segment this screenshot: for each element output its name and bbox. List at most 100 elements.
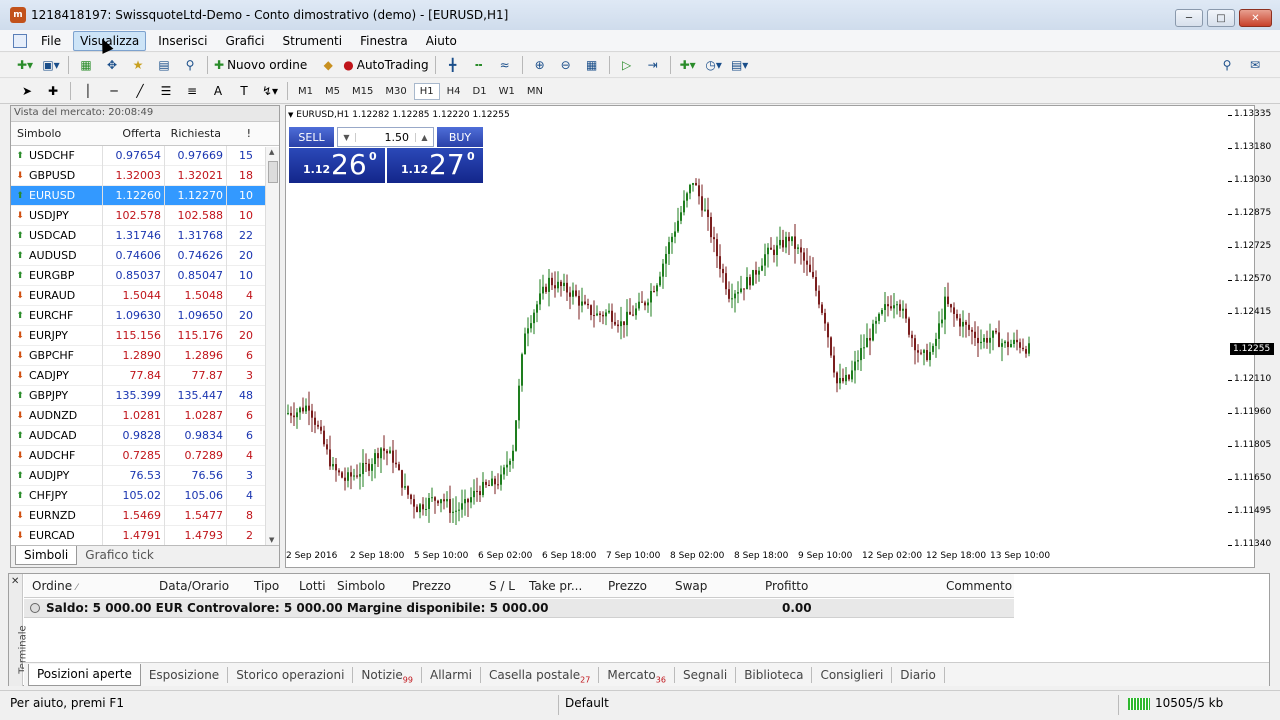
chat-icon[interactable]: ✉ xyxy=(1244,55,1266,75)
market-watch-row[interactable]: ⬆ GBPJPY 135.399 135.447 48 xyxy=(11,385,279,406)
col-bid[interactable]: Offerta xyxy=(103,127,165,140)
market-watch-row[interactable]: ⬆ EURUSD 1.12260 1.12270 10 xyxy=(11,185,279,206)
menu-help[interactable]: Aiuto xyxy=(420,32,463,50)
timeframe-h4[interactable]: H4 xyxy=(442,84,466,99)
terminal-tab[interactable]: Casella postale27 xyxy=(481,666,600,684)
market-watch-row[interactable]: ⬇ EURAUD 1.5044 1.5048 4 xyxy=(11,285,279,306)
col-comment[interactable]: Commento xyxy=(946,579,1012,593)
menu-insert[interactable]: Inserisci xyxy=(152,32,213,50)
market-watch-row[interactable]: ⬇ AUDNZD 1.0281 1.0287 6 xyxy=(11,405,279,426)
chart-window[interactable]: ▼ EURUSD,H1 1.12282 1.12285 1.12220 1.12… xyxy=(285,105,1255,568)
col-tp[interactable]: Take pr... xyxy=(529,579,582,593)
terminal-tab[interactable]: Consiglieri xyxy=(812,666,893,683)
chart-window-icon[interactable] xyxy=(13,33,27,48)
equidistant-channel-icon[interactable]: ☰ xyxy=(155,81,177,101)
terminal-tab[interactable]: Posizioni aperte xyxy=(28,663,141,686)
col-order[interactable]: Ordine ⁄ xyxy=(32,579,77,593)
col-type[interactable]: Tipo xyxy=(254,579,279,593)
crosshair-tool-icon[interactable]: ✚ xyxy=(42,81,64,101)
zoom-out-icon[interactable]: ⊖ xyxy=(555,55,577,75)
sell-price-box[interactable]: 1.12 26 0 xyxy=(289,148,385,183)
lot-size-field[interactable]: ▼ 1.50 ▲ xyxy=(337,127,434,147)
col-datetime[interactable]: Data/Orario xyxy=(159,579,229,593)
tile-windows-icon[interactable]: ▦ xyxy=(581,55,603,75)
chart-menu-icon[interactable]: ▼ xyxy=(288,111,293,119)
buy-button[interactable]: BUY xyxy=(437,127,483,147)
market-watch-icon[interactable]: ▦ xyxy=(75,55,97,75)
terminal-tab[interactable]: Storico operazioni xyxy=(228,666,354,683)
col-swap[interactable]: Swap xyxy=(675,579,707,593)
market-watch-row[interactable]: ⬆ EURGBP 0.85037 0.85047 10 xyxy=(11,265,279,286)
market-watch-row[interactable]: ⬇ GBPCHF 1.2890 1.2896 6 xyxy=(11,345,279,366)
timeframe-m30[interactable]: M30 xyxy=(380,84,411,99)
fibonacci-icon[interactable]: ≡ xyxy=(181,81,203,101)
scroll-up-icon[interactable]: ▲ xyxy=(269,148,274,156)
timeframe-m5[interactable]: M5 xyxy=(320,84,345,99)
market-watch-row[interactable]: ⬆ AUDCAD 0.9828 0.9834 6 xyxy=(11,425,279,446)
timeframe-d1[interactable]: D1 xyxy=(468,84,492,99)
market-watch-row[interactable]: ⬇ EURJPY 115.156 115.176 20 xyxy=(11,325,279,346)
market-watch-row[interactable]: ⬇ EURNZD 1.5469 1.5477 8 xyxy=(11,505,279,526)
line-chart-icon[interactable]: ≈ xyxy=(494,55,516,75)
autotrading-button[interactable]: ● AutoTrading xyxy=(343,55,428,75)
market-watch-row[interactable]: ⬆ USDCAD 1.31746 1.31768 22 xyxy=(11,225,279,246)
maximize-button[interactable]: □ xyxy=(1207,9,1235,27)
profiles-icon[interactable]: ▣▾ xyxy=(40,55,62,75)
text-label-icon[interactable]: T xyxy=(233,81,255,101)
scroll-thumb[interactable] xyxy=(268,161,278,183)
terminal-tab[interactable]: Allarmi xyxy=(422,666,481,683)
data-window-icon[interactable]: ✥ xyxy=(101,55,123,75)
bar-chart-icon[interactable]: ╋ xyxy=(442,55,464,75)
timeframe-w1[interactable]: W1 xyxy=(494,84,520,99)
col-symbol[interactable]: Simbolo xyxy=(337,579,385,593)
minimize-button[interactable]: ─ xyxy=(1175,9,1203,27)
tab-tick-chart[interactable]: Grafico tick xyxy=(77,546,161,564)
menu-file[interactable]: File xyxy=(35,32,67,50)
col-price[interactable]: Prezzo xyxy=(412,579,451,593)
lot-decrease-icon[interactable]: ▼ xyxy=(338,132,356,142)
col-sl[interactable]: S / L xyxy=(489,579,515,593)
market-watch-row[interactable]: ⬇ USDJPY 102.578 102.588 10 xyxy=(11,205,279,226)
close-button[interactable]: ✕ xyxy=(1239,9,1272,27)
candlestick-icon[interactable]: ╍ xyxy=(468,55,490,75)
market-watch-row[interactable]: ⬇ GBPUSD 1.32003 1.32021 18 xyxy=(11,165,279,186)
buy-price-box[interactable]: 1.12 27 0 xyxy=(387,148,483,183)
market-watch-row[interactable]: ⬆ AUDJPY 76.53 76.56 3 xyxy=(11,465,279,486)
terminal-tab[interactable]: Segnali xyxy=(675,666,737,683)
market-watch-row[interactable]: ⬆ AUDUSD 0.74606 0.74626 20 xyxy=(11,245,279,266)
navigator-icon[interactable]: ★ xyxy=(127,55,149,75)
templates-icon[interactable]: ▤▾ xyxy=(729,55,751,75)
strategy-tester-icon[interactable]: ⚲ xyxy=(179,55,201,75)
timeframe-m1[interactable]: M1 xyxy=(293,84,318,99)
new-order-button[interactable]: ✚ Nuovo ordine xyxy=(214,55,307,75)
timeframe-h1[interactable]: H1 xyxy=(413,82,440,100)
metaeditor-icon[interactable]: ◆ xyxy=(317,55,339,75)
terminal-tab[interactable]: Esposizione xyxy=(141,666,229,683)
periods-icon[interactable]: ◷▾ xyxy=(703,55,725,75)
lot-value[interactable]: 1.50 xyxy=(356,131,415,144)
market-watch-row[interactable]: ⬇ EURCAD 1.4791 1.4793 2 xyxy=(11,525,279,546)
terminal-tab[interactable]: Notizie99 xyxy=(353,666,422,684)
indicators-icon[interactable]: ✚▾ xyxy=(677,55,699,75)
new-chart-icon[interactable]: ✚▾ xyxy=(14,55,36,75)
autoscroll-icon[interactable]: ▷ xyxy=(616,55,638,75)
cursor-tool-icon[interactable]: ➤ xyxy=(16,81,38,101)
market-watch-row[interactable]: ⬆ EURCHF 1.09630 1.09650 20 xyxy=(11,305,279,326)
menu-window[interactable]: Finestra xyxy=(354,32,414,50)
chart-shift-icon[interactable]: ⇥ xyxy=(642,55,664,75)
sell-button[interactable]: SELL xyxy=(289,127,334,147)
arrows-tool-icon[interactable]: ↯▾ xyxy=(259,81,281,101)
market-watch-row[interactable]: ⬆ CHFJPY 105.02 105.06 4 xyxy=(11,485,279,506)
col-spread[interactable]: ! xyxy=(227,127,257,140)
market-watch-row[interactable]: ⬇ AUDCHF 0.7285 0.7289 4 xyxy=(11,445,279,466)
col-ask[interactable]: Richiesta xyxy=(165,127,227,140)
status-profile[interactable]: Default xyxy=(565,696,609,710)
menu-charts[interactable]: Grafici xyxy=(219,32,270,50)
col-profit[interactable]: Profitto xyxy=(765,579,808,593)
terminal-icon[interactable]: ▤ xyxy=(153,55,175,75)
lot-increase-icon[interactable]: ▲ xyxy=(415,132,433,142)
terminal-close-icon[interactable]: ✕ xyxy=(11,576,19,587)
text-tool-icon[interactable]: A xyxy=(207,81,229,101)
col-symbol[interactable]: Simbolo xyxy=(11,127,103,140)
search-icon[interactable]: ⚲ xyxy=(1216,55,1238,75)
